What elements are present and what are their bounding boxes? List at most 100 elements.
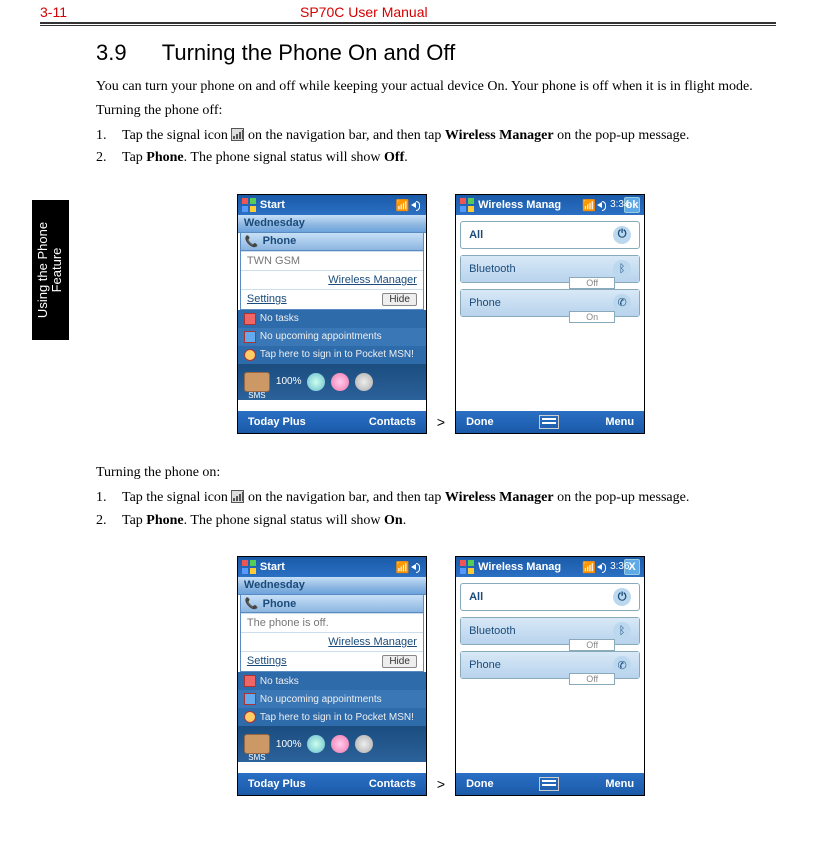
label: No tasks: [260, 313, 299, 324]
section-title: Turning the Phone On and Off: [162, 40, 456, 65]
tasks-item[interactable]: No tasks: [238, 672, 426, 690]
windows-icon[interactable]: [460, 198, 474, 212]
body: Wednesday 📞Phone TWN GSM Wireless Manage…: [238, 215, 426, 411]
calendar-icon: [244, 331, 256, 343]
windows-icon[interactable]: [242, 560, 256, 574]
on-steps-list: 1.Tap the signal icon on the navigation …: [96, 487, 786, 532]
hide-button[interactable]: Hide: [382, 655, 417, 668]
signal-icon[interactable]: 📶: [582, 199, 594, 211]
wireless-manager-screen-1: Wireless Manag 📶 3:34 ok All⏻ Bluetoothᛒ…: [455, 194, 645, 434]
speaker-icon[interactable]: [596, 561, 608, 573]
app-icon[interactable]: [307, 373, 325, 391]
hide-button[interactable]: Hide: [382, 293, 417, 306]
signal-icon[interactable]: 📶: [396, 199, 408, 211]
popup-header: 📞Phone: [241, 233, 423, 251]
off-heading: Turning the phone off:: [96, 102, 786, 120]
wireless-manager-link[interactable]: Wireless Manager: [328, 636, 417, 648]
signal-icon[interactable]: 📶: [582, 561, 594, 573]
title-text: Wireless Manag: [478, 199, 578, 211]
launcher-strip[interactable]: 100%: [238, 726, 426, 762]
title-text[interactable]: Start: [260, 561, 392, 573]
status-icons[interactable]: 📶: [396, 199, 422, 211]
speaker-icon[interactable]: [410, 561, 422, 573]
launcher-strip[interactable]: 100%: [238, 364, 426, 400]
appts-item[interactable]: No upcoming appointments: [238, 690, 426, 708]
speaker-icon[interactable]: [410, 199, 422, 211]
softkey-bar: Done Menu: [456, 773, 644, 795]
app-icon[interactable]: [331, 735, 349, 753]
softkey-right[interactable]: Contacts: [369, 778, 416, 790]
softkey-right[interactable]: Menu: [605, 778, 634, 790]
wm-bluetooth-item[interactable]: Bluetoothᛒ Off: [460, 255, 640, 283]
bold-text: On: [384, 513, 403, 528]
tasks-item[interactable]: No tasks: [238, 310, 426, 328]
settings-link[interactable]: Settings: [247, 293, 287, 306]
text: . The phone signal status will show: [184, 150, 384, 165]
today-list: No tasks No upcoming appointments Tap he…: [238, 310, 426, 364]
label: No tasks: [260, 676, 299, 687]
signal-icon[interactable]: 📶: [396, 561, 408, 573]
softkey-left[interactable]: Done: [466, 778, 494, 790]
titlebar: Start 📶: [238, 557, 426, 577]
step-number: 1.: [96, 487, 122, 509]
sms-icon[interactable]: [244, 372, 270, 392]
date-row[interactable]: Wednesday: [238, 577, 426, 595]
title-text[interactable]: Start: [260, 199, 392, 211]
msn-icon: [244, 349, 256, 361]
bt-state: Off: [569, 277, 615, 289]
tasks-icon: [244, 313, 256, 325]
speaker-icon[interactable]: [596, 199, 608, 211]
msn-item[interactable]: Tap here to sign in to Pocket MSN!: [238, 346, 426, 364]
text: Tap: [122, 150, 146, 165]
status-icons[interactable]: 📶: [396, 561, 422, 573]
keyboard-icon[interactable]: [539, 415, 559, 429]
section-heading: 3.9 Turning the Phone On and Off: [96, 40, 786, 66]
app-icon[interactable]: [307, 735, 325, 753]
wm-bluetooth-item[interactable]: Bluetoothᛒ Off: [460, 617, 640, 645]
wm-phone-item[interactable]: Phone✆ On: [460, 289, 640, 317]
wm-all-item[interactable]: All⏻: [460, 583, 640, 611]
sms-icon[interactable]: [244, 734, 270, 754]
text: .: [403, 513, 407, 528]
softkey-left[interactable]: Today Plus: [248, 778, 306, 790]
wm-phone-item[interactable]: Phone✆ Off: [460, 651, 640, 679]
settings-link[interactable]: Settings: [247, 655, 287, 668]
off-step-1: 1.Tap the signal icon on the navigation …: [122, 125, 786, 147]
carrier-row: TWN GSM: [241, 251, 423, 270]
power-icon: ⏻: [613, 588, 631, 606]
bluetooth-icon: ᛒ: [613, 622, 631, 640]
status-icons[interactable]: 📶 3:34 ok: [582, 197, 640, 213]
text: . The phone signal status will show: [184, 513, 384, 528]
wm-link-row: Wireless Manager: [241, 270, 423, 289]
wm-all-item[interactable]: All⏻: [460, 221, 640, 249]
app-icon[interactable]: [331, 373, 349, 391]
status-icons[interactable]: 📶 3:36 X: [582, 559, 640, 575]
text: on the navigation bar, and then tap: [244, 128, 444, 143]
phone-state: Off: [569, 673, 615, 685]
text: .: [404, 150, 408, 165]
calendar-icon: [244, 693, 256, 705]
app-icon[interactable]: [355, 373, 373, 391]
label: Bluetooth: [469, 263, 515, 275]
softkey-left[interactable]: Done: [466, 416, 494, 428]
windows-icon[interactable]: [460, 560, 474, 574]
windows-icon[interactable]: [242, 198, 256, 212]
wireless-manager-link[interactable]: Wireless Manager: [328, 274, 417, 286]
text: on the navigation bar, and then tap: [244, 490, 444, 505]
app-icon[interactable]: [355, 735, 373, 753]
bold-text: Phone: [146, 150, 183, 165]
phone-popup: 📞Phone TWN GSM Wireless Manager Settings…: [240, 233, 424, 310]
off-steps-list: 1.Tap the signal icon on the navigation …: [96, 125, 786, 170]
keyboard-icon[interactable]: [539, 777, 559, 791]
softkey-right[interactable]: Contacts: [369, 416, 416, 428]
wm-link-row: Wireless Manager: [241, 632, 423, 651]
softkey-right[interactable]: Menu: [605, 416, 634, 428]
appts-item[interactable]: No upcoming appointments: [238, 328, 426, 346]
softkey-left[interactable]: Today Plus: [248, 416, 306, 428]
phone-icon: 📞: [245, 597, 259, 610]
date-row[interactable]: Wednesday: [238, 215, 426, 233]
intro-paragraph: You can turn your phone on and off while…: [96, 78, 786, 96]
label: No upcoming appointments: [260, 694, 382, 705]
label: Tap here to sign in to Pocket MSN!: [260, 712, 414, 723]
msn-item[interactable]: Tap here to sign in to Pocket MSN!: [238, 708, 426, 726]
